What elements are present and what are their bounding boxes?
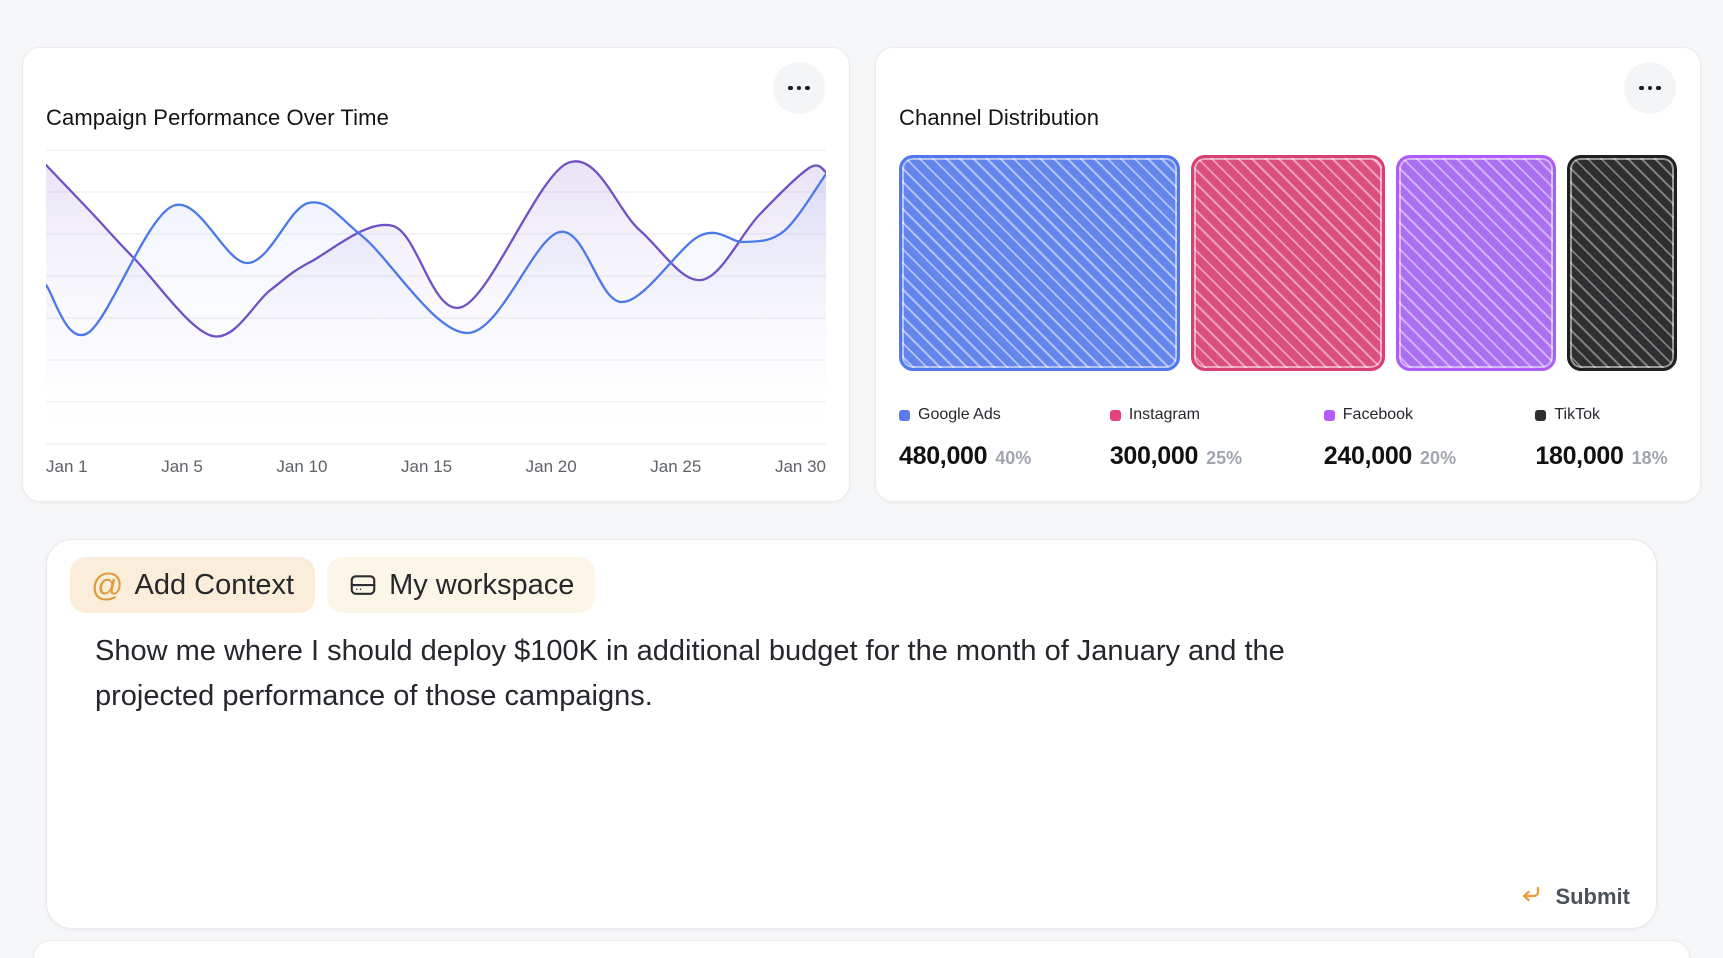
channel-legend: Google Ads Instagram Facebook TikTok	[899, 406, 1677, 424]
submit-button[interactable]: Submit	[1519, 882, 1630, 911]
ellipsis-icon	[797, 86, 802, 91]
legend-swatch-instagram	[1110, 410, 1121, 421]
channel-value-number: 180,000	[1535, 442, 1623, 471]
channel-distribution-title: Channel Distribution	[899, 104, 1677, 132]
campaign-performance-title: Campaign Performance Over Time	[46, 104, 826, 132]
next-card-top-edge	[33, 940, 1690, 958]
legend-label: Instagram	[1129, 406, 1200, 424]
at-icon: @	[91, 569, 123, 601]
channel-value-tiktok: 180,000 18%	[1535, 442, 1677, 471]
add-context-label: Add Context	[134, 569, 294, 602]
channel-value-percent: 25%	[1206, 448, 1242, 469]
x-axis-labels: Jan 1 Jan 5 Jan 10 Jan 15 Jan 20 Jan 25 Jan 30	[46, 457, 826, 479]
legend-item-facebook: Facebook	[1324, 406, 1536, 424]
channel-blocks	[899, 155, 1677, 371]
ellipsis-icon	[1648, 86, 1653, 91]
x-tick-jan-15: Jan 15	[401, 457, 452, 479]
channel-block-instagram[interactable]	[1191, 155, 1385, 371]
x-tick-jan-30: Jan 30	[775, 457, 826, 479]
ellipsis-icon	[805, 86, 810, 91]
legend-label: TikTok	[1554, 406, 1600, 424]
distribution-card-menu-button[interactable]	[1624, 62, 1676, 114]
campaign-card-menu-button[interactable]	[773, 62, 825, 114]
return-arrow-icon	[1519, 882, 1543, 911]
legend-item-google-ads: Google Ads	[899, 406, 1110, 424]
channel-value-percent: 40%	[995, 448, 1031, 469]
channel-value-number: 240,000	[1324, 442, 1412, 471]
legend-item-tiktok: TikTok	[1535, 406, 1677, 424]
channel-value-google-ads: 480,000 40%	[899, 442, 1110, 471]
ellipsis-icon	[1639, 86, 1644, 91]
channel-value-percent: 18%	[1632, 448, 1668, 469]
x-tick-jan-25: Jan 25	[650, 457, 701, 479]
legend-swatch-facebook	[1324, 410, 1335, 421]
channel-block-google-ads[interactable]	[899, 155, 1180, 371]
channel-value-number: 480,000	[899, 442, 987, 471]
add-context-button[interactable]: @ Add Context	[70, 557, 315, 613]
legend-label: Google Ads	[918, 406, 1001, 424]
dashboard-cards-row: Campaign Performance Over Time Jan 1Jan …	[22, 47, 1701, 502]
my-workspace-button[interactable]: My workspace	[327, 557, 595, 613]
channel-value-instagram: 300,000 25%	[1110, 442, 1324, 471]
campaign-performance-card: Campaign Performance Over Time Jan 1Jan …	[22, 47, 850, 502]
legend-swatch-tiktok	[1535, 410, 1546, 421]
channel-value-number: 300,000	[1110, 442, 1198, 471]
ellipsis-icon	[788, 86, 793, 91]
x-tick-jan-20: Jan 20	[526, 457, 577, 479]
legend-swatch-google-ads	[899, 410, 910, 421]
channel-block-facebook[interactable]	[1396, 155, 1556, 371]
channel-values: 480,000 40% 300,000 25% 240,000 20% 180,000 18%	[899, 442, 1677, 471]
composer-pills: @ Add Context My workspace	[70, 557, 1633, 613]
channel-distribution-card: Channel Distribution Google Ads Instagram…	[875, 47, 1701, 502]
channel-value-facebook: 240,000 20%	[1324, 442, 1536, 471]
my-workspace-label: My workspace	[389, 569, 574, 602]
prompt-composer[interactable]: @ Add Context My workspace Show me where…	[46, 539, 1657, 929]
channel-block-tiktok[interactable]	[1567, 155, 1677, 371]
line-chart-svg	[46, 140, 826, 445]
legend-label: Facebook	[1343, 406, 1413, 424]
ellipsis-icon	[1656, 86, 1661, 91]
inbox-drive-icon	[348, 570, 378, 600]
performance-line-chart	[46, 140, 826, 445]
x-tick-jan-1: Jan 1	[46, 457, 88, 479]
x-tick-jan-10: Jan 10	[276, 457, 327, 479]
prompt-text[interactable]: Show me where I should deploy $100K in a…	[95, 629, 1395, 719]
legend-item-instagram: Instagram	[1110, 406, 1324, 424]
channel-value-percent: 20%	[1420, 448, 1456, 469]
x-tick-jan-5: Jan 5	[161, 457, 203, 479]
submit-label: Submit	[1555, 884, 1630, 910]
